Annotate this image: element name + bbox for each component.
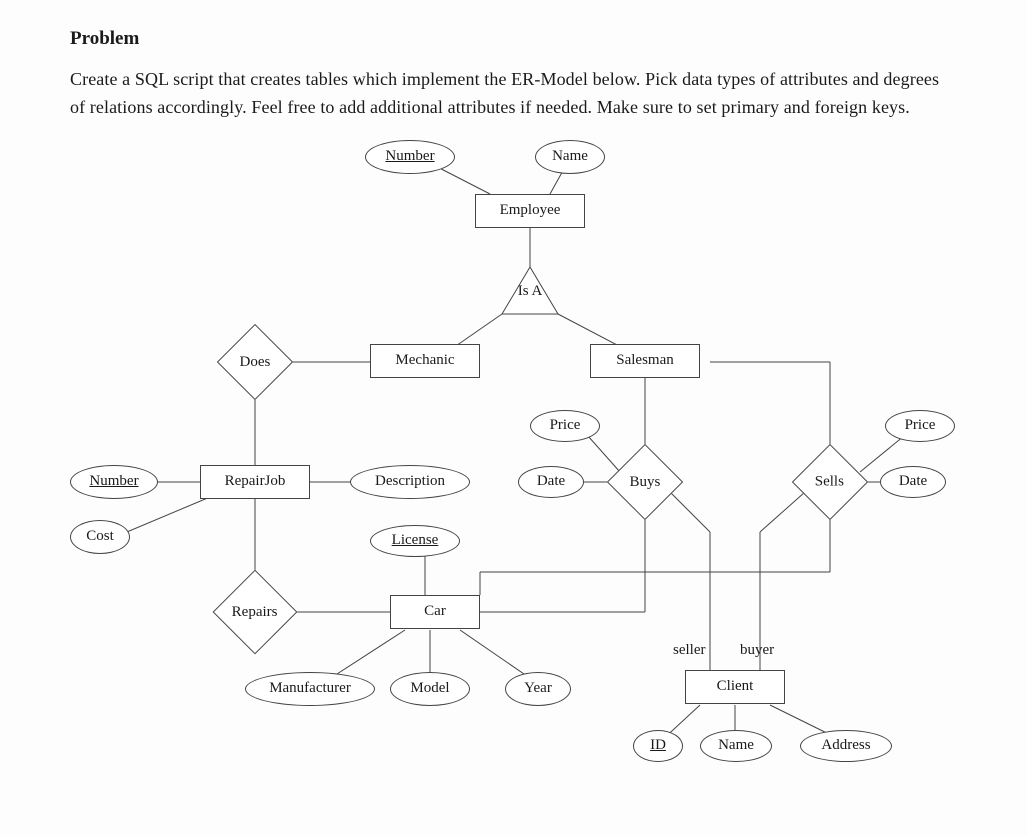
problem-text: Create a SQL script that creates tables … bbox=[70, 66, 957, 122]
attr-employee-name: Name bbox=[535, 140, 605, 174]
role-buyer: buyer bbox=[740, 642, 774, 659]
attr-car-license: License bbox=[370, 525, 460, 557]
attr-client-address: Address bbox=[800, 730, 892, 762]
attr-sells-price: Price bbox=[885, 410, 955, 442]
role-seller: seller bbox=[673, 642, 705, 659]
attr-sells-date: Date bbox=[880, 466, 946, 498]
attr-car-model: Model bbox=[390, 672, 470, 706]
attr-client-name: Name bbox=[700, 730, 772, 762]
attr-repairjob-number: Number bbox=[70, 465, 158, 499]
entity-employee: Employee bbox=[475, 194, 585, 228]
attr-buys-price: Price bbox=[530, 410, 600, 442]
attr-client-id: ID bbox=[633, 730, 683, 762]
attr-repairjob-cost: Cost bbox=[70, 520, 130, 554]
heading: Problem bbox=[70, 28, 957, 50]
entity-salesman: Salesman bbox=[590, 344, 700, 378]
entity-repairjob: RepairJob bbox=[200, 465, 310, 499]
attr-buys-date: Date bbox=[518, 466, 584, 498]
isa-triangle: Is A bbox=[502, 272, 558, 312]
attr-employee-number: Number bbox=[365, 140, 455, 174]
entity-mechanic: Mechanic bbox=[370, 344, 480, 378]
attr-car-manufacturer: Manufacturer bbox=[245, 672, 375, 706]
entity-car: Car bbox=[390, 595, 480, 629]
er-diagram: Number Name Employee Is A Mechanic Sales… bbox=[70, 132, 970, 772]
entity-client: Client bbox=[685, 670, 785, 704]
attr-repairjob-description: Description bbox=[350, 465, 470, 499]
attr-car-year: Year bbox=[505, 672, 571, 706]
